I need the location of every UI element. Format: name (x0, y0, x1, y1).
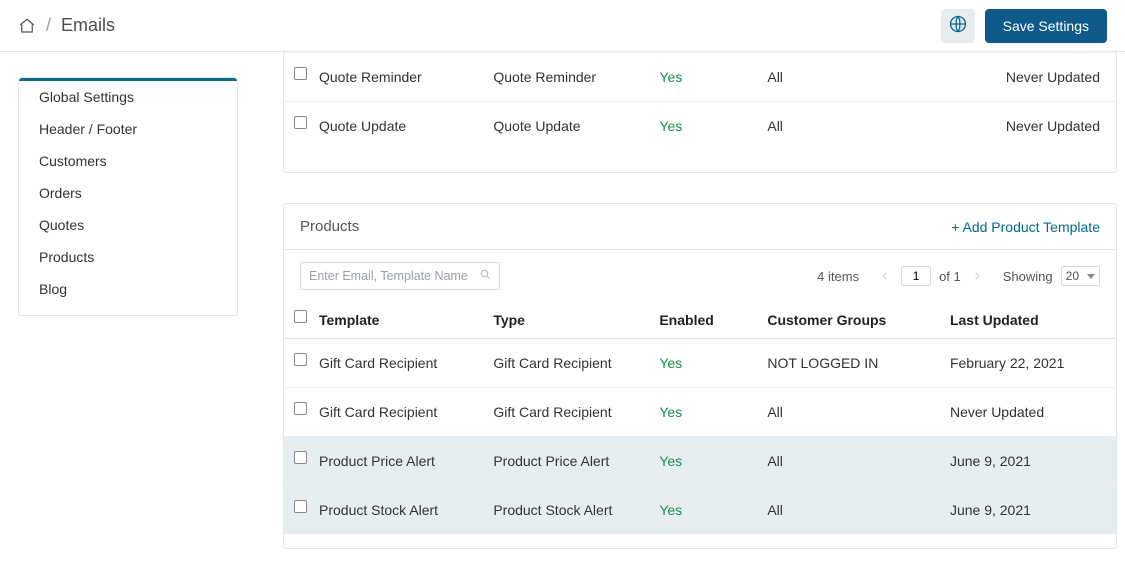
cell-enabled: Yes (659, 453, 682, 469)
cell-template: Product Price Alert (319, 453, 435, 469)
sidebar-item-header-footer[interactable]: Header / Footer (19, 113, 237, 145)
sidebar-item-orders[interactable]: Orders (19, 177, 237, 209)
col-enabled: Enabled (659, 312, 713, 328)
pager-prev[interactable] (877, 268, 893, 284)
table-row[interactable]: Product Price Alert Product Price Alert … (284, 437, 1116, 486)
cell-updated: Never Updated (950, 404, 1044, 420)
breadcrumb-sep: / (46, 15, 51, 36)
sidebar-item-quotes[interactable]: Quotes (19, 209, 237, 241)
sidebar-item-label: Customers (39, 153, 107, 169)
page-of: of 1 (939, 269, 961, 284)
globe-icon (948, 14, 968, 37)
products-table: Template Type Enabled Customer Groups La… (284, 302, 1116, 534)
globe-button[interactable] (941, 9, 975, 43)
cell-type: Quote Update (493, 118, 580, 134)
page-size-select[interactable]: 20 (1061, 266, 1100, 286)
cell-groups: All (767, 502, 783, 518)
cell-enabled: Yes (659, 404, 682, 420)
cell-groups: NOT LOGGED IN (767, 355, 878, 371)
table-row[interactable]: Gift Card Recipient Gift Card Recipient … (284, 339, 1116, 388)
cell-updated: February 22, 2021 (950, 355, 1064, 371)
col-type: Type (493, 312, 525, 328)
row-checkbox[interactable] (294, 402, 307, 415)
sidebar-item-label: Blog (39, 281, 67, 297)
row-checkbox[interactable] (294, 500, 307, 513)
page-title: Emails (61, 15, 115, 36)
cell-template: Quote Update (319, 118, 406, 134)
sidebar-item-label: Quotes (39, 217, 84, 233)
table-row[interactable]: Quote Reminder Quote Reminder Yes All Ne… (284, 53, 1116, 102)
cell-template: Quote Reminder (319, 69, 422, 85)
home-icon[interactable] (18, 17, 36, 35)
page-current-input[interactable] (901, 266, 931, 286)
cell-type: Quote Reminder (493, 69, 596, 85)
pager: of 1 (877, 266, 985, 286)
sidebar-item-customers[interactable]: Customers (19, 145, 237, 177)
row-checkbox[interactable] (294, 353, 307, 366)
cell-template: Gift Card Recipient (319, 355, 437, 371)
caret-down-icon (1087, 274, 1095, 279)
row-checkbox[interactable] (294, 451, 307, 464)
row-checkbox[interactable] (294, 67, 307, 80)
cell-updated: June 9, 2021 (950, 502, 1031, 518)
products-card-header: Products + Add Product Template (284, 204, 1116, 250)
row-checkbox[interactable] (294, 116, 307, 129)
cell-type: Product Price Alert (493, 453, 609, 469)
sidebar-item-label: Orders (39, 185, 82, 201)
table-row[interactable]: Gift Card Recipient Gift Card Recipient … (284, 388, 1116, 437)
col-groups: Customer Groups (767, 312, 886, 328)
quotes-table-partial: Quote Reminder Quote Reminder Yes All Ne… (284, 52, 1116, 150)
cell-enabled: Yes (659, 502, 682, 518)
search-input[interactable] (300, 262, 500, 290)
sidebar-item-label: Global Settings (39, 89, 134, 105)
cell-enabled: Yes (659, 69, 682, 85)
sidebar-item-label: Header / Footer (39, 121, 137, 137)
sidebar-item-label: Products (39, 249, 94, 265)
page-size-value: 20 (1066, 269, 1079, 283)
quotes-card-partial: Quote Reminder Quote Reminder Yes All Ne… (283, 52, 1117, 173)
cell-groups: All (767, 69, 783, 85)
cell-template: Gift Card Recipient (319, 404, 437, 420)
showing-label: Showing (1003, 269, 1053, 284)
sidebar: Global Settings Header / Footer Customer… (18, 77, 238, 316)
add-product-template-link[interactable]: + Add Product Template (951, 219, 1100, 235)
cell-type: Product Stock Alert (493, 502, 612, 518)
top-actions: Save Settings (941, 9, 1107, 43)
cell-updated: Never Updated (1006, 69, 1100, 85)
col-updated: Last Updated (950, 312, 1039, 328)
cell-type: Gift Card Recipient (493, 404, 611, 420)
cell-enabled: Yes (659, 355, 682, 371)
cell-enabled: Yes (659, 118, 682, 134)
pager-next[interactable] (969, 268, 985, 284)
sidebar-item-global-settings[interactable]: Global Settings (19, 81, 237, 113)
topbar: / Emails Save Settings (0, 0, 1125, 52)
cell-updated: June 9, 2021 (950, 453, 1031, 469)
search-icon (479, 268, 492, 284)
cell-updated: Never Updated (1006, 118, 1100, 134)
table-row[interactable]: Product Stock Alert Product Stock Alert … (284, 486, 1116, 535)
items-count: 4 items (817, 269, 859, 284)
sidebar-item-blog[interactable]: Blog (19, 273, 237, 315)
cell-groups: All (767, 404, 783, 420)
sidebar-item-products[interactable]: Products (19, 241, 237, 273)
cell-groups: All (767, 453, 783, 469)
cell-type: Gift Card Recipient (493, 355, 611, 371)
select-all-checkbox[interactable] (294, 310, 307, 323)
card-title: Products (300, 218, 359, 235)
products-card: Products + Add Product Template 4 items (283, 203, 1117, 549)
save-settings-button[interactable]: Save Settings (985, 9, 1107, 43)
cell-template: Product Stock Alert (319, 502, 438, 518)
products-toolbar: 4 items of 1 Showing (284, 250, 1116, 302)
cell-groups: All (767, 118, 783, 134)
col-template: Template (319, 312, 379, 328)
breadcrumb: / Emails (18, 15, 115, 36)
table-row[interactable]: Quote Update Quote Update Yes All Never … (284, 102, 1116, 151)
